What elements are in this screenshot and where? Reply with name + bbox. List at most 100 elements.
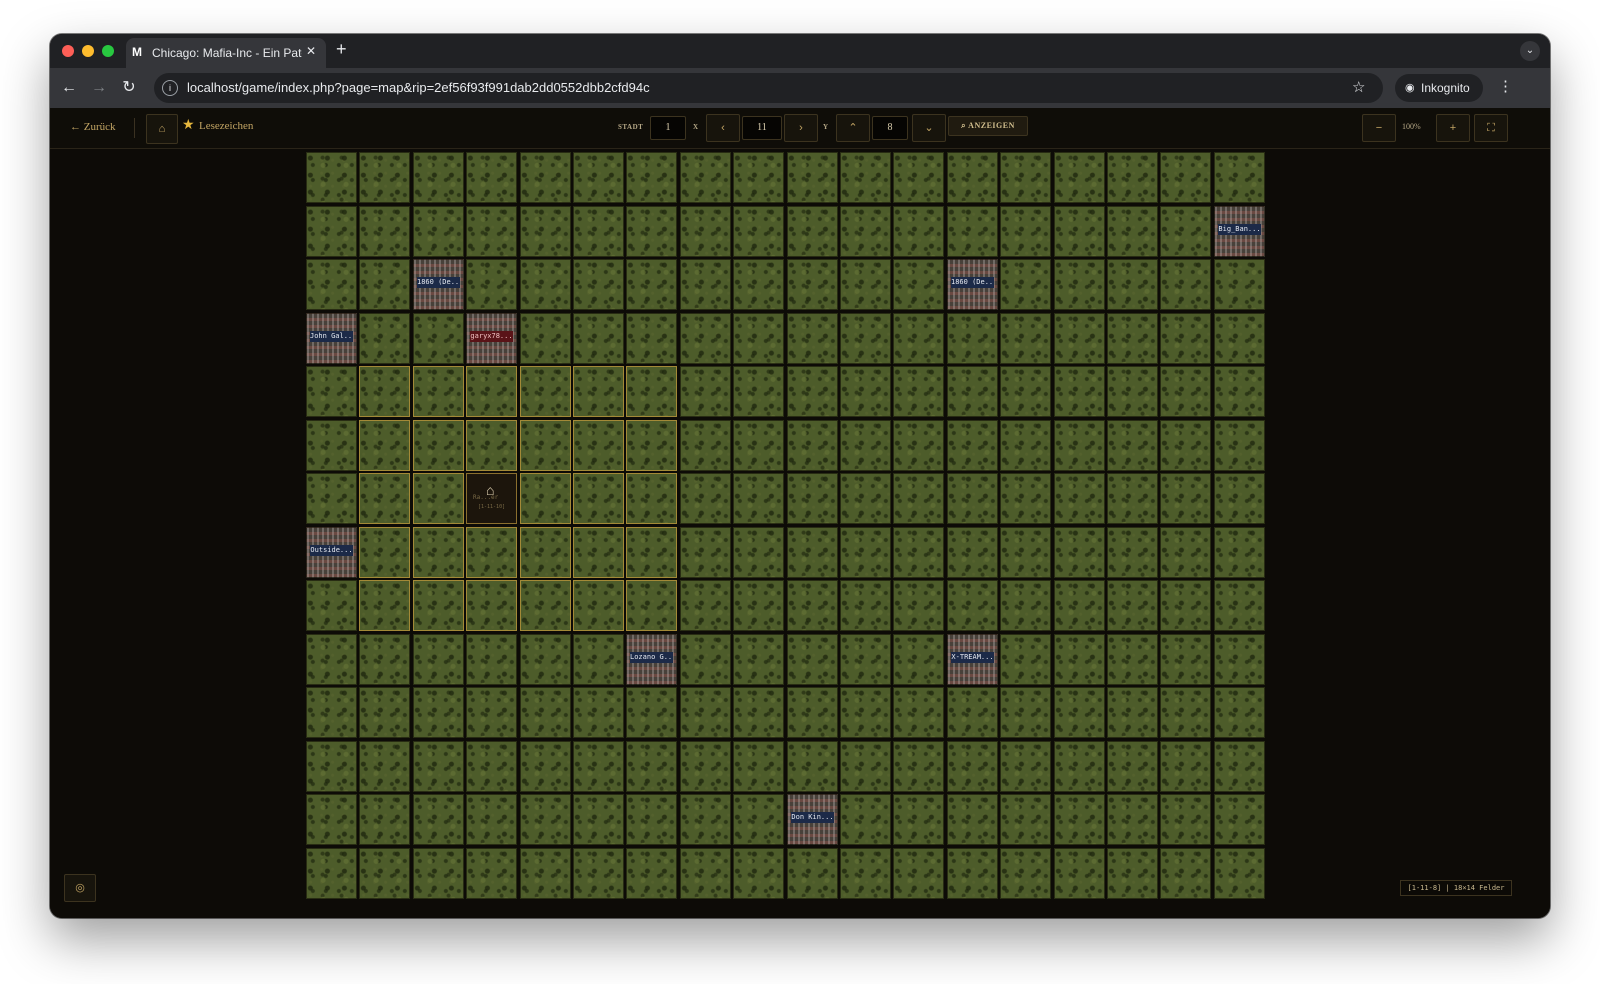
map-tile[interactable] (1160, 152, 1211, 203)
map-tile[interactable] (520, 420, 571, 471)
map-tile[interactable] (840, 580, 891, 631)
map-tile[interactable] (306, 687, 357, 738)
map-tile[interactable] (947, 473, 998, 524)
map-tile[interactable] (1107, 687, 1158, 738)
map-tile[interactable] (787, 420, 838, 471)
map-tile[interactable] (1160, 794, 1211, 845)
map-tile[interactable] (893, 152, 944, 203)
map-tile[interactable] (840, 420, 891, 471)
map-tile[interactable] (626, 580, 677, 631)
map-tile[interactable] (733, 848, 784, 899)
map-tile[interactable] (893, 848, 944, 899)
player-city-tile[interactable]: ⌂ Ra...er [1-11-10] (466, 473, 517, 524)
map-tile[interactable] (359, 259, 410, 310)
new-tab-button[interactable]: + (336, 39, 347, 60)
map-tile[interactable] (680, 366, 731, 417)
incognito-badge[interactable]: ◉ Inkognito (1395, 74, 1483, 102)
map-tile[interactable] (466, 152, 517, 203)
locate-button[interactable]: ◎ (64, 874, 96, 902)
map-tile[interactable] (1000, 848, 1051, 899)
map-tile[interactable] (1000, 473, 1051, 524)
map-tile[interactable] (787, 848, 838, 899)
map-tile[interactable] (733, 634, 784, 685)
map-tile[interactable] (1160, 206, 1211, 257)
map-tile[interactable] (466, 741, 517, 792)
map-tile[interactable] (306, 634, 357, 685)
map-tile[interactable] (306, 741, 357, 792)
map-tile[interactable] (466, 420, 517, 471)
map-tile[interactable] (359, 794, 410, 845)
map-tile[interactable] (626, 848, 677, 899)
map-tile[interactable] (680, 580, 731, 631)
map-tile[interactable] (1054, 420, 1105, 471)
x-decrease-button[interactable]: ‹ (706, 114, 740, 142)
map-tile[interactable] (787, 313, 838, 364)
minimize-window-button[interactable] (82, 45, 94, 57)
map-tile[interactable] (1054, 366, 1105, 417)
map-tile[interactable] (359, 420, 410, 471)
map-tile[interactable] (1054, 313, 1105, 364)
map-tile[interactable] (573, 420, 624, 471)
x-increase-button[interactable]: › (784, 114, 818, 142)
map-tile[interactable] (626, 687, 677, 738)
map-tile[interactable] (680, 527, 731, 578)
map-tile[interactable] (626, 527, 677, 578)
map-tile[interactable] (359, 687, 410, 738)
browser-menu-icon[interactable]: ⋮ (1498, 77, 1513, 95)
map-tile[interactable] (413, 420, 464, 471)
map-tile[interactable] (680, 313, 731, 364)
map-tile[interactable] (520, 313, 571, 364)
y-down-button[interactable]: ⌄ (912, 114, 946, 142)
map-tile[interactable] (306, 580, 357, 631)
map-tile[interactable] (1054, 848, 1105, 899)
forward-arrow-icon[interactable]: → (88, 77, 110, 99)
map-tile[interactable] (893, 420, 944, 471)
map-tile[interactable] (573, 580, 624, 631)
map-tile[interactable] (680, 634, 731, 685)
map-tile[interactable] (893, 366, 944, 417)
map-tile[interactable] (466, 634, 517, 685)
map-tile[interactable] (1107, 527, 1158, 578)
map-tile[interactable] (306, 473, 357, 524)
map-tile[interactable] (947, 206, 998, 257)
map-tile[interactable] (1214, 527, 1265, 578)
map-tile[interactable] (840, 206, 891, 257)
map-tile[interactable] (1054, 473, 1105, 524)
map-tile[interactable] (1107, 420, 1158, 471)
map-tile[interactable] (1054, 687, 1105, 738)
map-tile[interactable] (1107, 206, 1158, 257)
map-tile[interactable] (1054, 741, 1105, 792)
map-tile[interactable] (1107, 580, 1158, 631)
map-tile[interactable] (840, 794, 891, 845)
map-tile[interactable] (947, 366, 998, 417)
city-tile[interactable]: X-TREAM... (947, 634, 998, 685)
map-tile[interactable] (466, 687, 517, 738)
site-info-icon[interactable]: i (162, 80, 178, 96)
map-tile[interactable] (413, 741, 464, 792)
map-tile[interactable] (573, 848, 624, 899)
map-tile[interactable] (1214, 580, 1265, 631)
maximize-window-button[interactable] (102, 45, 114, 57)
map-tile[interactable] (1000, 794, 1051, 845)
map-tile[interactable] (680, 473, 731, 524)
map-tile[interactable] (626, 206, 677, 257)
map-tile[interactable] (1160, 473, 1211, 524)
map-tile[interactable] (1000, 687, 1051, 738)
map-tile[interactable] (626, 259, 677, 310)
map-tile[interactable] (359, 152, 410, 203)
map-tile[interactable] (947, 580, 998, 631)
map-tile[interactable] (947, 152, 998, 203)
x-input[interactable]: 11 (742, 116, 782, 140)
map-tile[interactable] (466, 366, 517, 417)
map-tile[interactable] (359, 313, 410, 364)
map-tile[interactable] (413, 580, 464, 631)
map-tile[interactable] (733, 313, 784, 364)
active-tab[interactable]: M Chicago: Mafia-Inc - Ein Pate ✕ (126, 38, 326, 68)
map-tile[interactable] (733, 794, 784, 845)
city-tile[interactable]: 1860 (De... (947, 259, 998, 310)
map-tile[interactable] (840, 634, 891, 685)
map-tile[interactable] (1054, 794, 1105, 845)
map-tile[interactable] (1160, 259, 1211, 310)
map-tile[interactable] (626, 473, 677, 524)
map-tile[interactable] (1160, 634, 1211, 685)
